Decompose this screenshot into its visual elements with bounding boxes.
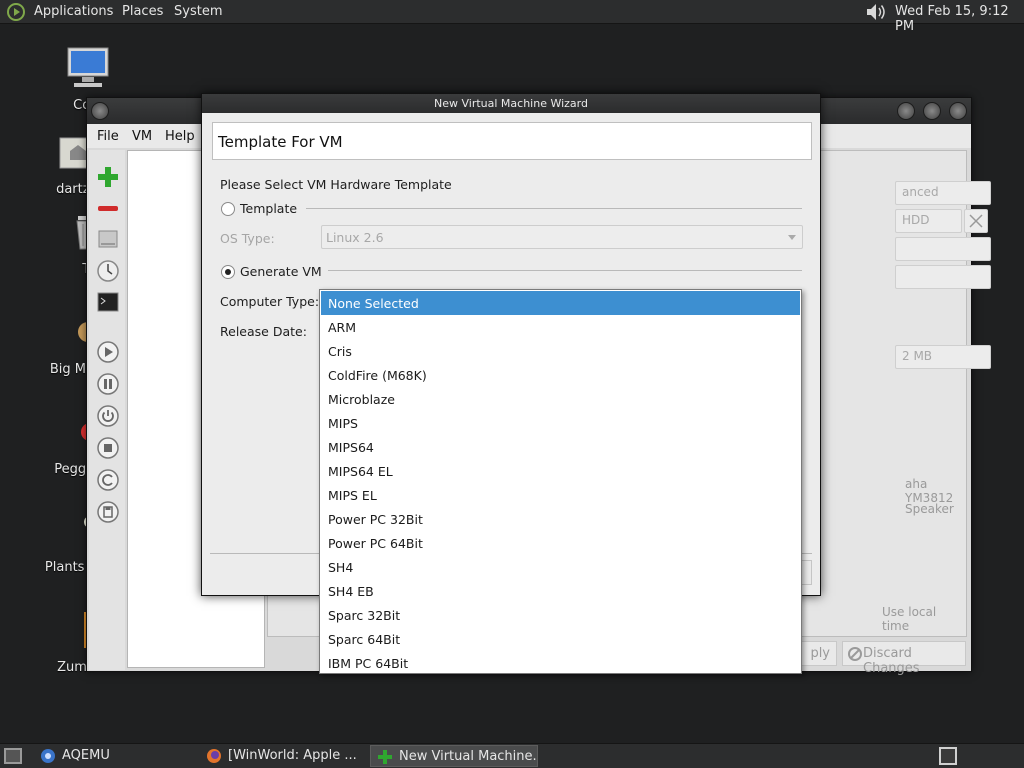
save-icon[interactable] [96, 500, 120, 524]
aqemu-toolbar [89, 150, 125, 670]
volume-icon[interactable] [864, 2, 886, 22]
dropdown-option[interactable]: IBM PC 64Bit [321, 651, 800, 675]
os-type-value: Linux 2.6 [326, 230, 384, 245]
dropdown-option[interactable]: Cris [321, 339, 800, 363]
wizard-titlebar[interactable]: New Virtual Machine Wizard [202, 94, 820, 113]
advanced-button: anced [895, 181, 991, 205]
sound-card-speaker: Speaker [905, 502, 954, 516]
dropdown-option[interactable]: MIPS64 EL [321, 459, 800, 483]
firefox-icon [207, 749, 221, 763]
pause-icon[interactable] [96, 372, 120, 396]
template-separator [306, 208, 802, 209]
hdd-icon[interactable] [96, 227, 120, 251]
sound-card-yamaha: aha YM3812 [905, 477, 954, 505]
task-label: New Virtual Machine... [399, 749, 538, 764]
os-type-label: OS Type: [220, 231, 275, 246]
add-vm-icon[interactable] [96, 165, 120, 189]
generate-vm-radio[interactable] [221, 265, 235, 279]
dropdown-option[interactable]: Sparc 32Bit [321, 603, 800, 627]
dropdown-option[interactable]: MIPS [321, 411, 800, 435]
dropdown-option[interactable]: ARM [321, 315, 800, 339]
dropdown-option-none-selected[interactable]: None Selected [321, 291, 800, 315]
minimize-icon[interactable] [897, 102, 915, 120]
add-icon [378, 750, 392, 764]
power-icon[interactable] [96, 404, 120, 428]
computer-icon [67, 47, 109, 87]
local-time-checkbox: Use local time [882, 605, 937, 633]
hdd-combo: HDD [895, 209, 962, 233]
os-type-combo: Linux 2.6 [321, 225, 803, 249]
bg-combo-1 [895, 237, 991, 261]
cancel-icon [848, 647, 862, 661]
dropdown-option[interactable]: Power PC 64Bit [321, 531, 800, 555]
bottom-taskbar: AQEMU [WinWorld: Apple ... New Virtual M… [0, 743, 1024, 768]
dropdown-option[interactable]: MIPS EL [321, 483, 800, 507]
discard-changes-button[interactable]: Discard Changes [842, 641, 966, 676]
delete-vm-icon[interactable] [96, 197, 120, 221]
dropdown-option[interactable]: MIPS64 [321, 435, 800, 459]
computer-type-dropdown[interactable]: None Selected ARM Cris ColdFire (M68K) M… [319, 289, 802, 674]
workspace-switcher-icon[interactable] [939, 747, 957, 765]
menu-help[interactable]: Help [165, 129, 195, 144]
menu-system[interactable]: System [174, 4, 222, 19]
task-aqemu[interactable]: AQEMU [34, 745, 194, 767]
chevron-down-icon [788, 235, 796, 240]
task-firefox[interactable]: [WinWorld: Apple ... [200, 745, 364, 767]
task-label: AQEMU [62, 748, 110, 763]
aqemu-icon [41, 749, 55, 763]
wizard-prompt: Please Select VM Hardware Template [220, 177, 452, 192]
dropdown-option[interactable]: Power PC 32Bit [321, 507, 800, 531]
window-menu-icon[interactable] [91, 102, 109, 120]
dropdown-option[interactable]: SH4 EB [321, 579, 800, 603]
dropdown-option[interactable]: Microblaze [321, 387, 800, 411]
template-radio-label[interactable]: Template [240, 201, 297, 216]
clock[interactable]: Wed Feb 15, 9:12 PM [895, 4, 1024, 34]
close-icon[interactable] [949, 102, 967, 120]
show-desktop-icon[interactable] [4, 748, 22, 764]
tools-icon [964, 209, 988, 233]
wizard-page-title: Template For VM [212, 122, 812, 160]
generate-vm-radio-label[interactable]: Generate VM [240, 264, 322, 279]
task-label: [WinWorld: Apple ... [228, 748, 357, 763]
task-new-vm-wizard[interactable]: New Virtual Machine... [370, 745, 538, 767]
discard-changes-label: Discard Changes [863, 646, 920, 676]
dropdown-option[interactable]: SH4 [321, 555, 800, 579]
top-panel: Applications Places System Wed Feb 15, 9… [0, 0, 1024, 34]
reset-icon[interactable] [96, 468, 120, 492]
menu-file[interactable]: File [97, 129, 119, 144]
template-radio[interactable] [221, 202, 235, 216]
stop-icon[interactable] [96, 436, 120, 460]
distro-logo-icon[interactable] [7, 3, 25, 21]
dropdown-option[interactable]: Sparc 64Bit [321, 627, 800, 651]
menu-places[interactable]: Places [122, 4, 163, 19]
memory-combo: 2 MB [895, 345, 991, 369]
terminal-icon[interactable] [96, 290, 120, 314]
generate-separator [328, 270, 802, 271]
dropdown-option[interactable]: ColdFire (M68K) [321, 363, 800, 387]
play-icon[interactable] [96, 340, 120, 364]
clock-icon[interactable] [96, 259, 120, 283]
menu-applications[interactable]: Applications [34, 4, 113, 19]
release-date-label: Release Date: [220, 324, 307, 339]
bg-combo-2 [895, 265, 991, 289]
maximize-icon[interactable] [923, 102, 941, 120]
computer-type-label: Computer Type: [220, 294, 320, 309]
menu-vm[interactable]: VM [132, 129, 152, 144]
